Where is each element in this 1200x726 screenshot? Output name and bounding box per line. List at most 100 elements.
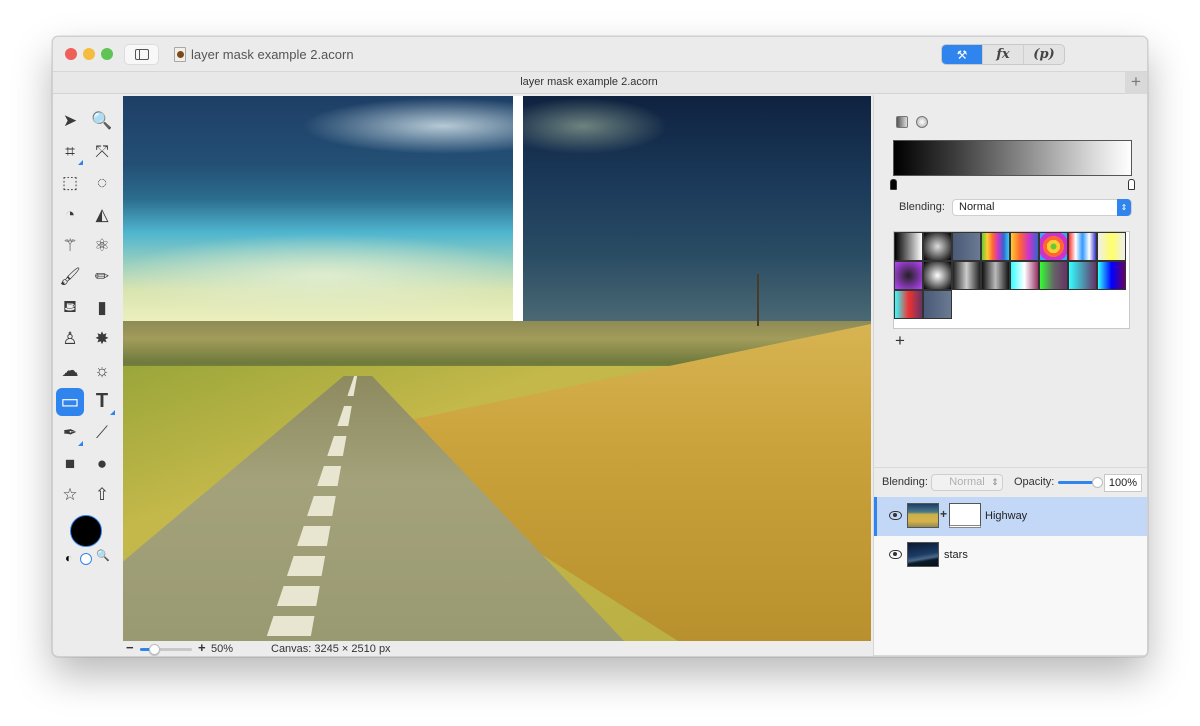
gradient-editor-bar[interactable]: [893, 140, 1132, 176]
gradient-preset[interactable]: [894, 232, 923, 261]
gradient-blending-select[interactable]: Normal ⇕: [952, 199, 1132, 216]
foreground-color-well[interactable]: [70, 515, 102, 547]
submenu-indicator-icon: [110, 409, 115, 415]
tab-properties[interactable]: (p): [1024, 45, 1064, 64]
swap-colors-icon[interactable]: ◐: [65, 551, 72, 565]
mask-gap: [513, 96, 523, 324]
gradient-blending-label: Blending:: [899, 201, 945, 213]
add-preset-button[interactable]: +: [895, 331, 905, 351]
gradient-stop-start[interactable]: [890, 179, 897, 190]
pencil-icon: ✏: [94, 267, 110, 286]
layer-mask-thumbnail[interactable]: [949, 503, 981, 528]
gradient-preset[interactable]: [1039, 261, 1068, 290]
toggle-sidebar-button[interactable]: [124, 44, 159, 65]
visibility-eye-icon[interactable]: [889, 550, 902, 559]
arrow-tool[interactable]: ⇧: [89, 482, 115, 508]
lasso-icon: ◔: [64, 204, 76, 224]
gradient-preset[interactable]: [1068, 261, 1097, 290]
gradient-preset[interactable]: [923, 232, 952, 261]
layer-name: Highway: [985, 510, 1028, 522]
background-color-well[interactable]: [80, 553, 92, 565]
gradient-preset[interactable]: [923, 261, 952, 290]
gradient-preset[interactable]: [1097, 232, 1126, 261]
gradient-preset[interactable]: [981, 232, 1010, 261]
layer-row-highway[interactable]: + Highway: [874, 497, 1147, 536]
canvas-size: Canvas: 3245 × 2510 px: [271, 643, 391, 655]
toolbox: ◐ 🔍 ➤ 🔍 ⌗ ⤧ ⬚ ◌ ◔ ◭ ⚚ ⚛ 🖌 ✏ ⛾ ▮ ♙ ✸ ☁ ☼ ▭ T ✒ ⟋ ■ ● ☆ ⇧: [53, 95, 122, 640]
utility-pole: [757, 274, 759, 326]
visibility-eye-icon[interactable]: [889, 511, 902, 520]
magic-wand-icon: ⚚: [62, 235, 78, 255]
opacity-slider-knob[interactable]: [1092, 477, 1103, 488]
gradient-preset[interactable]: [952, 232, 981, 261]
gradient-preset[interactable]: [1010, 261, 1039, 290]
polygon-lasso-tool[interactable]: ◭: [89, 202, 115, 228]
oval-tool[interactable]: ●: [89, 451, 115, 477]
new-tab-button[interactable]: +: [1125, 72, 1147, 94]
ellipse-select-tool[interactable]: ◌: [89, 170, 115, 196]
zoom-tool[interactable]: 🔍: [89, 108, 115, 134]
transform-tool[interactable]: ⤧: [89, 139, 115, 165]
eraser-tool[interactable]: ▮: [89, 295, 115, 321]
color-select-tool[interactable]: ⚛: [89, 233, 115, 259]
layer-row-stars[interactable]: stars: [874, 536, 1147, 575]
move-icon: ➤: [62, 111, 78, 130]
burn-dodge-tool[interactable]: ☼: [89, 358, 115, 384]
lasso-tool[interactable]: ◔: [57, 202, 83, 228]
image-canvas[interactable]: [123, 96, 871, 641]
tab-tools-inspector[interactable]: ⚒: [942, 45, 982, 64]
opacity-slider[interactable]: [1058, 477, 1103, 488]
pencil-tool[interactable]: ✏: [89, 264, 115, 290]
layer-blending-select[interactable]: Normal ⇕: [931, 474, 1003, 491]
zoom-in-button[interactable]: +: [198, 641, 206, 654]
layer-thumbnail: [907, 503, 939, 528]
status-bar: − + 50% Canvas: 3245 × 2510 px: [122, 640, 873, 656]
color-select-icon: ⚛: [94, 235, 110, 255]
minimize-window-button[interactable]: [83, 48, 95, 60]
star-tool[interactable]: ☆: [57, 482, 83, 508]
document-tab[interactable]: layer mask example 2.acorn: [53, 76, 1125, 88]
cloud-tool[interactable]: ☁: [57, 358, 83, 384]
clone-stamp-tool[interactable]: ♙: [57, 326, 83, 352]
smudge-tool[interactable]: ✸: [89, 326, 115, 352]
radial-gradient-icon[interactable]: [916, 116, 928, 128]
zoom-slider-knob[interactable]: [149, 644, 160, 655]
gradient-preset[interactable]: [952, 261, 981, 290]
linear-gradient-icon[interactable]: [896, 116, 908, 128]
title-bar: layer mask example 2.acorn ⚒ fx (p): [53, 37, 1147, 72]
gradient-preset[interactable]: [1068, 232, 1097, 261]
paint-bucket-tool[interactable]: ⛾: [57, 295, 83, 321]
gradient-tool[interactable]: ▭: [56, 387, 84, 416]
gradient-presets: [893, 231, 1130, 329]
gradient-preset[interactable]: [894, 290, 923, 319]
tab-filters[interactable]: fx: [982, 45, 1024, 64]
gradient-preset[interactable]: [894, 261, 923, 290]
gradient-preset[interactable]: [1039, 232, 1068, 261]
gradient-preset[interactable]: [1010, 232, 1039, 261]
eyedropper-icon[interactable]: 🔍: [96, 549, 110, 562]
zoom-slider[interactable]: [140, 644, 192, 655]
gradient-preset[interactable]: [1097, 261, 1126, 290]
close-window-button[interactable]: [65, 48, 77, 60]
acorn-document-icon: [174, 47, 186, 62]
gradient-blending-value: Normal: [959, 201, 995, 213]
zoom-level: 50%: [211, 643, 234, 655]
zoom-window-button[interactable]: [101, 48, 113, 60]
move-tool[interactable]: ➤: [57, 108, 83, 134]
burn-dodge-icon: ☼: [94, 360, 110, 380]
brush-tool[interactable]: 🖌: [57, 264, 83, 290]
rectangle-tool[interactable]: ■: [57, 451, 83, 477]
opacity-field[interactable]: 100%: [1104, 474, 1142, 492]
opacity-label: Opacity:: [1014, 476, 1055, 488]
magic-wand-tool[interactable]: ⚚: [57, 233, 83, 259]
gradient-preset[interactable]: [981, 261, 1010, 290]
text-tool[interactable]: T: [89, 389, 115, 415]
rect-select-tool[interactable]: ⬚: [57, 170, 83, 196]
chevron-updown-icon: ⇕: [991, 477, 999, 487]
zoom-out-button[interactable]: −: [126, 641, 134, 654]
gradient-stop-end[interactable]: [1128, 179, 1135, 190]
line-tool[interactable]: ⟋: [89, 420, 115, 446]
gradient-preset[interactable]: [923, 290, 952, 319]
crop-tool[interactable]: ⌗: [57, 139, 83, 166]
pen-tool[interactable]: ✒: [57, 420, 83, 446]
